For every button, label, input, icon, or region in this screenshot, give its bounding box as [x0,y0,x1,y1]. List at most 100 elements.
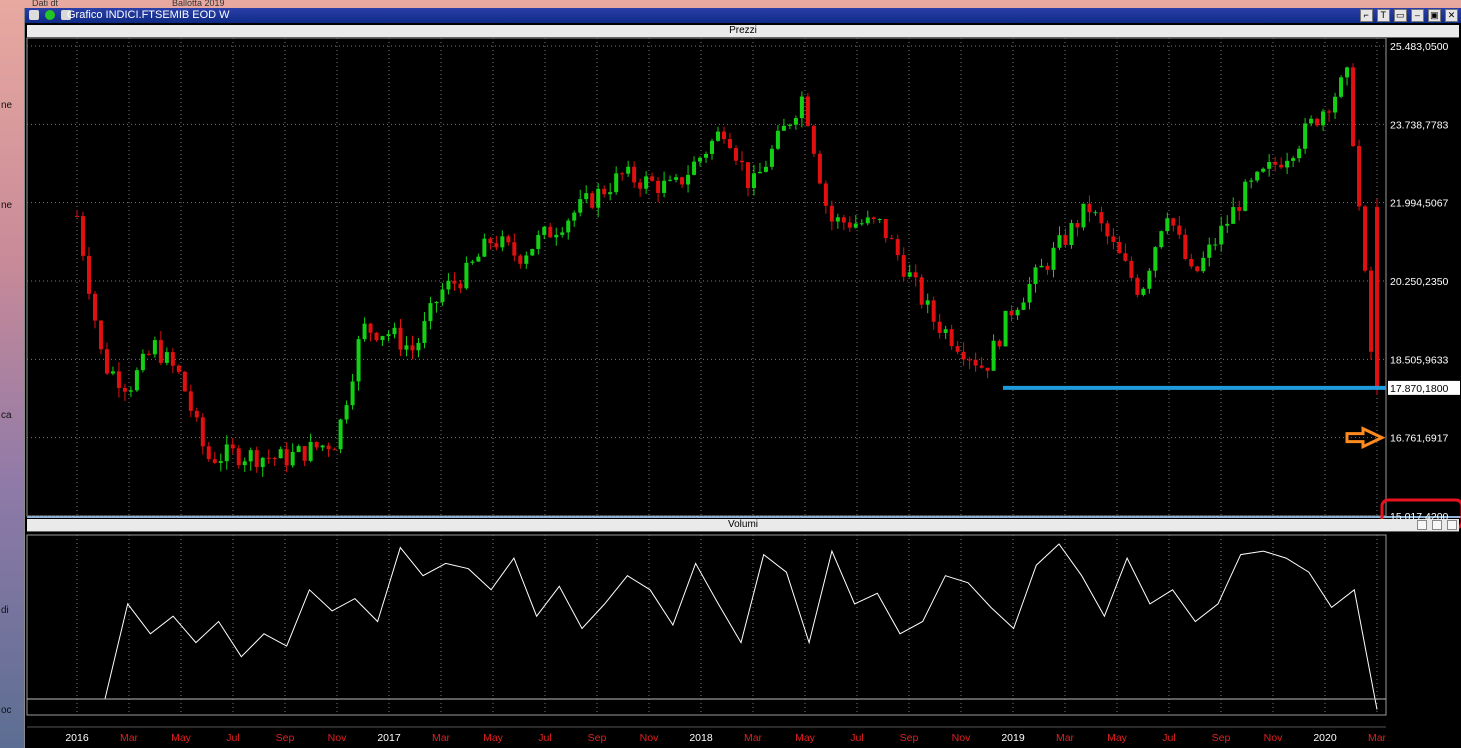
candle-body [608,192,613,195]
candle-body [308,441,313,461]
candle-body [482,238,487,257]
candle-body [170,352,175,366]
candle-body [889,238,894,240]
candle-body [883,218,888,239]
candle-body [1027,283,1032,303]
candle-body [1195,266,1200,272]
candle-body [1321,111,1326,126]
x-tick-label: 2016 [65,732,89,744]
candle-body [92,293,97,321]
candle-body [176,365,181,372]
candle-body [290,451,295,466]
candle-body [1225,223,1230,226]
desktop-label: oc [1,705,12,716]
candle-body [398,327,403,350]
candle-body [158,340,163,363]
candle-body [1255,171,1260,181]
candle-body [80,216,85,256]
candle-body [128,390,133,392]
candle-body [464,262,469,289]
x-tick-label: Mar [120,732,139,744]
candle-body [530,248,535,256]
candle-body [458,283,463,289]
candle-body [560,232,565,235]
candle-body [140,353,145,371]
candle-body [931,300,936,322]
candle-body [704,153,709,158]
candle-body [919,277,924,305]
x-tick-label: May [795,732,816,744]
candle-body [656,180,661,193]
candle-body [823,183,828,206]
candle-body [272,458,277,460]
candle-body [967,359,972,361]
x-tick-label: 2018 [689,732,713,744]
candle-body [793,118,798,125]
x-tick-label: May [1107,732,1128,744]
candle-body [122,388,127,392]
candle-body [1189,258,1194,267]
candle-body [847,222,852,228]
candle-body [1327,111,1332,113]
candle-body [326,445,331,450]
panel-close-button[interactable] [1447,520,1457,530]
candle-body [344,405,349,420]
candle-body [1219,225,1224,245]
candle-body [278,449,283,459]
candle-body [1015,309,1020,316]
candle-body [104,349,109,374]
x-tick-label: Mar [1368,732,1387,744]
candle-body [925,300,930,305]
panel-maximize-button[interactable] [1432,520,1443,530]
candle-body [1147,270,1152,289]
candle-body [224,444,229,462]
candle-body [835,217,840,222]
candle-body [230,444,235,449]
candle-body [1069,223,1074,245]
candle-body [134,370,139,391]
x-tick-label: Mar [432,732,451,744]
candle-body [524,255,529,264]
candle-body [1339,77,1344,97]
candle-body [572,212,577,221]
orange-arrow-icon [1345,426,1386,450]
candle-body [362,323,367,340]
candle-body [500,236,505,248]
candle-body [152,340,157,355]
candle-body [787,124,792,126]
candle-body [1279,164,1284,168]
candle-body [200,417,205,447]
candle-body [488,238,493,244]
candle-body [853,223,858,228]
candle-body [1345,67,1350,78]
candle-body [1141,288,1146,295]
candle-body [1213,244,1218,246]
candle-body [194,410,199,418]
candle-body [614,173,619,193]
candle-body [1117,241,1122,254]
candle-body [1237,207,1242,211]
candle-body [1201,257,1206,272]
candle-body [739,160,744,163]
volume-panel-header: Volumi [27,519,1459,532]
candle-body [1159,231,1164,248]
desktop-label: Ballotta 2019 [172,0,225,8]
x-tick-label: Nov [952,732,971,744]
ftsemib-weekly-chart[interactable]: 25.483,0500 23.738,7783 21.994,5067 20.250,… [25,8,1461,748]
candle-body [314,441,319,448]
candle-body [350,381,355,406]
candle-body [440,289,445,302]
x-tick-label: Jul [226,732,239,744]
candle-body [698,157,703,162]
desktop-top-strip: Dati dt Ballotta 2019 [30,0,1450,8]
candle-body [1105,223,1110,237]
candle-body [410,345,415,351]
candle-body [626,166,631,174]
chart-window: Grafico INDICI.FTSEMIB EOD W ⌐ T ▭ – ▣ ✕… [24,8,1461,748]
panel-minimize-button[interactable] [1417,520,1428,530]
x-tick-label: Sep [276,732,295,744]
desktop-label: di [1,605,9,616]
candle-body [680,177,685,185]
candle-body [632,166,637,183]
candle-body [404,345,409,350]
